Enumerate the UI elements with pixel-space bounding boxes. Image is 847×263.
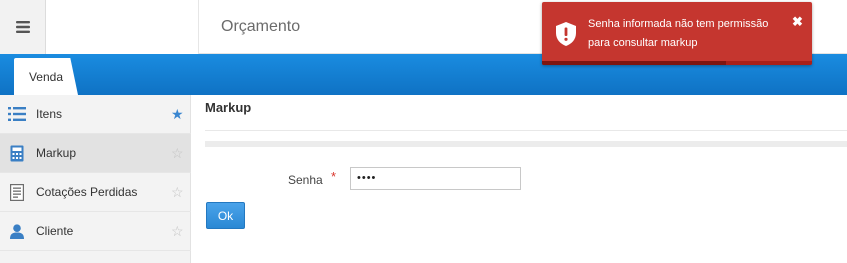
toast-message-line: Senha informada não tem permissão xyxy=(588,18,769,30)
sidebar-item-label: Cliente xyxy=(36,224,74,238)
user-icon xyxy=(8,223,26,239)
divider xyxy=(205,130,847,131)
shield-warning-icon xyxy=(556,22,576,46)
app-root: Orçamento Venda Itens ★ Markup ☆ Cotaçõe… xyxy=(0,0,847,263)
sidebar-item-itens[interactable]: Itens ★ xyxy=(0,95,191,134)
section-title: Markup xyxy=(205,100,252,115)
favorite-star-icon[interactable]: ★ xyxy=(171,107,184,121)
password-label: Senha xyxy=(288,173,323,187)
logo-area xyxy=(46,0,199,54)
favorite-star-icon[interactable]: ☆ xyxy=(171,185,184,199)
list-icon xyxy=(8,106,26,122)
toast-progress-fill xyxy=(542,61,726,65)
sidebar-item-markup[interactable]: Markup ☆ xyxy=(0,134,191,173)
toast-message: Senha informada não tem permissão para c… xyxy=(588,15,788,53)
toast-message-line: para consultar markup xyxy=(588,37,698,49)
calculator-icon xyxy=(8,145,26,161)
toast-progress-bar xyxy=(542,61,812,65)
sidebar-item-cotacoes-perdidas[interactable]: Cotações Perdidas ☆ xyxy=(0,173,191,212)
hamburger-menu-button[interactable] xyxy=(0,0,46,54)
document-list-icon xyxy=(8,183,26,201)
hamburger-icon xyxy=(15,21,30,33)
page-title: Orçamento xyxy=(221,18,301,35)
divider xyxy=(205,141,847,147)
close-icon[interactable]: ✖ xyxy=(792,14,803,30)
required-mark: * xyxy=(331,169,337,184)
sidebar-item-label: Itens xyxy=(36,107,63,121)
sidebar-item-label: Cotações Perdidas xyxy=(36,185,138,199)
sidebar-item-label: Markup xyxy=(36,146,77,160)
favorite-star-icon[interactable]: ☆ xyxy=(171,224,184,238)
password-field[interactable]: •••• xyxy=(350,167,521,190)
tab-venda[interactable]: Venda xyxy=(14,58,78,95)
error-toast: Senha informada não tem permissão para c… xyxy=(542,2,812,65)
sidebar-item-cliente[interactable]: Cliente ☆ xyxy=(0,212,191,251)
favorite-star-icon[interactable]: ☆ xyxy=(171,146,184,160)
ok-button[interactable]: Ok xyxy=(206,202,245,229)
sidebar: Itens ★ Markup ☆ Cotações Perdidas ☆ Cli… xyxy=(0,95,191,263)
